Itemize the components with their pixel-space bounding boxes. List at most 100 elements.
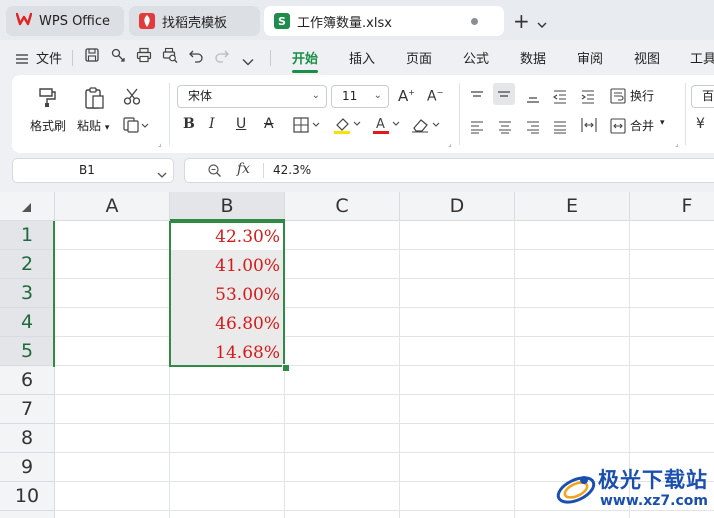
row-header-5[interactable]: 5 bbox=[0, 337, 55, 366]
function-icon[interactable]: fx bbox=[237, 161, 250, 177]
tab-template[interactable]: 找稻壳模板 bbox=[129, 6, 260, 36]
name-box[interactable]: B1 bbox=[12, 158, 174, 183]
clipboard-launcher-icon[interactable]: ⌟ bbox=[158, 139, 162, 148]
fill-handle[interactable] bbox=[282, 364, 290, 372]
menu-insert[interactable]: 插入 bbox=[349, 48, 375, 67]
gridline bbox=[55, 365, 714, 366]
column-header-a[interactable]: A bbox=[55, 192, 170, 221]
chevron-down-icon: ▾ bbox=[660, 118, 665, 128]
row-header-6[interactable]: 6 bbox=[0, 366, 55, 395]
tab-label: WPS Office bbox=[39, 13, 111, 29]
merge-icon bbox=[610, 118, 626, 134]
spreadsheet-icon: S bbox=[274, 13, 290, 29]
menu-data[interactable]: 数据 bbox=[520, 48, 546, 67]
docer-icon bbox=[139, 13, 155, 29]
new-tab-plus-icon[interactable]: + bbox=[513, 9, 530, 33]
row-header-9[interactable]: 9 bbox=[0, 453, 55, 482]
tab-wps-office[interactable]: WPS Office bbox=[6, 6, 124, 36]
menu-divider bbox=[270, 50, 271, 66]
hamburger-menu-icon[interactable] bbox=[16, 50, 28, 69]
align-bottom-icon[interactable] bbox=[526, 89, 540, 108]
redo-icon[interactable] bbox=[214, 47, 232, 65]
zoom-search-icon[interactable] bbox=[207, 163, 222, 182]
format-painter-button[interactable]: 格式刷 bbox=[30, 117, 66, 134]
paste-button[interactable]: 粘贴 ▾ bbox=[77, 117, 109, 134]
file-menu[interactable]: 文件 bbox=[36, 48, 62, 67]
align-left-icon[interactable] bbox=[470, 119, 484, 138]
watermark-url: www.xz7.com bbox=[600, 493, 708, 509]
menu-bar: 文件 开始 插入 页面 公式 数据 审阅 视图 工具 bbox=[0, 40, 714, 74]
formula-bar[interactable]: fx 42.3% bbox=[184, 158, 714, 183]
menu-home[interactable]: 开始 bbox=[292, 48, 318, 67]
column-header-c[interactable]: C bbox=[285, 192, 400, 221]
menu-formula[interactable]: 公式 bbox=[463, 48, 489, 67]
font-size-select[interactable]: 11 ⌄ bbox=[331, 85, 389, 108]
menu-review[interactable]: 审阅 bbox=[577, 48, 603, 67]
strikethrough-icon[interactable]: A bbox=[264, 116, 274, 132]
menu-tools[interactable]: 工具 bbox=[690, 48, 714, 67]
align-center-icon[interactable] bbox=[498, 119, 512, 138]
chevron-down-icon: ⌄ bbox=[311, 90, 320, 101]
row-header-8[interactable]: 8 bbox=[0, 424, 55, 453]
row-header-11[interactable] bbox=[0, 511, 55, 518]
row-header-4[interactable]: 4 bbox=[0, 308, 55, 337]
increase-font-icon[interactable]: A+ bbox=[398, 87, 415, 105]
decrease-indent-icon[interactable] bbox=[553, 89, 567, 108]
column-header-b[interactable]: B bbox=[170, 192, 285, 221]
site-watermark: 极光下载站 www.xz7.com bbox=[552, 462, 714, 518]
menu-view[interactable]: 视图 bbox=[634, 48, 660, 67]
column-header-d[interactable]: D bbox=[400, 192, 515, 221]
justify-icon[interactable] bbox=[553, 119, 567, 138]
gridline bbox=[55, 307, 714, 308]
clear-format-icon[interactable] bbox=[411, 116, 443, 138]
select-all-corner[interactable] bbox=[0, 192, 55, 221]
formula-input[interactable]: 42.3% bbox=[273, 163, 311, 177]
row-header-1[interactable]: 1 bbox=[0, 221, 55, 250]
number-format-select[interactable]: 百 bbox=[691, 85, 714, 108]
ribbon-divider bbox=[459, 83, 460, 145]
gridline bbox=[55, 336, 714, 337]
distributed-align-icon[interactable] bbox=[581, 117, 597, 137]
font-launcher-icon[interactable]: ⌟ bbox=[448, 139, 452, 148]
currency-icon[interactable]: ¥ bbox=[696, 116, 705, 132]
italic-icon[interactable]: I bbox=[209, 116, 215, 132]
align-middle-button[interactable] bbox=[493, 83, 515, 105]
unsaved-dot-icon bbox=[471, 18, 478, 25]
row-header-2[interactable]: 2 bbox=[0, 250, 55, 279]
tab-workbook[interactable]: S 工作簿数量.xlsx bbox=[264, 6, 504, 36]
font-size-value: 11 bbox=[342, 89, 358, 103]
row-header-7[interactable]: 7 bbox=[0, 395, 55, 424]
bold-icon[interactable]: B bbox=[183, 116, 195, 132]
formula-divider bbox=[263, 163, 264, 178]
border-icon[interactable] bbox=[293, 117, 323, 137]
row-header-10[interactable]: 10 bbox=[0, 482, 55, 511]
alignment-launcher-icon[interactable]: ⌟ bbox=[675, 139, 679, 148]
underline-icon[interactable]: U bbox=[236, 116, 246, 132]
font-color-icon[interactable]: A bbox=[372, 115, 402, 139]
undo-icon[interactable] bbox=[188, 47, 206, 65]
number-format-value: 百 bbox=[702, 89, 714, 103]
decrease-font-icon[interactable]: A− bbox=[427, 88, 443, 105]
menu-page[interactable]: 页面 bbox=[406, 48, 432, 67]
select-all-triangle-icon bbox=[22, 203, 31, 212]
chevron-down-icon: ⌄ bbox=[373, 90, 382, 101]
tab-list-chevron-icon[interactable] bbox=[537, 14, 547, 33]
column-header-e[interactable]: E bbox=[515, 192, 630, 221]
fill-color-icon[interactable] bbox=[333, 115, 363, 139]
gridline bbox=[55, 249, 714, 250]
column-header-f[interactable]: F bbox=[630, 192, 714, 221]
copy-icon[interactable] bbox=[123, 117, 149, 137]
save-icon[interactable] bbox=[84, 47, 102, 65]
print-preview-icon[interactable] bbox=[162, 47, 180, 65]
print-icon[interactable] bbox=[136, 47, 154, 65]
increase-indent-icon[interactable] bbox=[581, 89, 595, 108]
row-header-3[interactable]: 3 bbox=[0, 279, 55, 308]
selected-rows-indicator bbox=[53, 221, 55, 367]
font-name-select[interactable]: 宋体 ⌄ bbox=[177, 85, 327, 108]
gridline bbox=[55, 278, 714, 279]
align-right-icon[interactable] bbox=[526, 119, 540, 138]
cut-icon[interactable] bbox=[123, 88, 141, 110]
quick-access-chevron-icon[interactable] bbox=[242, 51, 260, 69]
align-top-icon[interactable] bbox=[470, 89, 484, 108]
export-icon[interactable] bbox=[110, 47, 128, 65]
